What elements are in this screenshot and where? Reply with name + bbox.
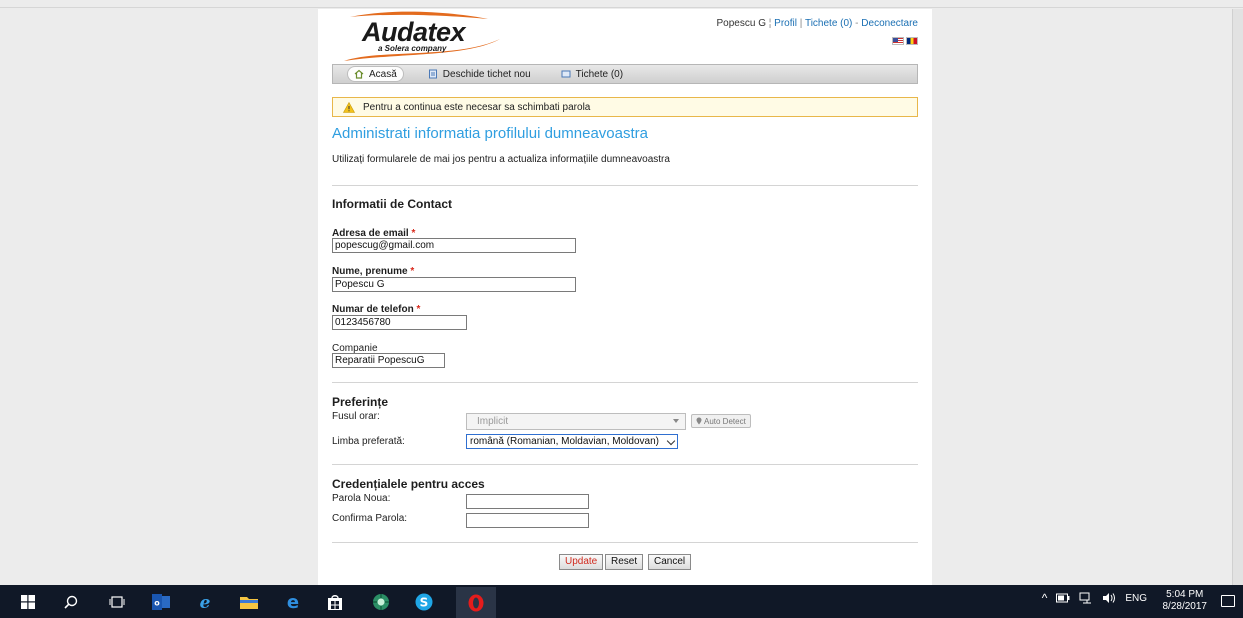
user-name: Popescu G (716, 18, 766, 29)
clock[interactable]: 5:04 PM 8/28/2017 (1163, 589, 1208, 613)
main-nav: Acasă Deschide tichet nou Tichete (0) (332, 64, 918, 84)
home-icon (354, 69, 364, 79)
volume-icon[interactable] (1102, 592, 1116, 604)
password-warning: Pentru a continua este necesar sa schimb… (332, 97, 918, 117)
location-pin-icon (696, 417, 702, 425)
system-tray: ^ ENG (1042, 591, 1147, 605)
update-button[interactable]: Update (559, 554, 604, 570)
company-field[interactable]: Reparatii PopescuG (332, 353, 445, 368)
tickets-link[interactable]: Tichete (0) (805, 18, 852, 29)
language-value: română (Romanian, Moldavian, Moldovan) (470, 436, 659, 447)
chevron-down-icon (673, 419, 679, 423)
chevron-up-icon[interactable]: ^ (1042, 591, 1048, 605)
app-green-icon[interactable] (372, 593, 390, 611)
outlook-icon[interactable]: o (152, 593, 170, 611)
phone-field[interactable]: 0123456780 (332, 315, 467, 330)
notification-center-icon[interactable] (1221, 595, 1235, 607)
timezone-select[interactable]: Implicit (466, 413, 686, 430)
new-password-label: Parola Noua: (332, 493, 391, 504)
separator: - (855, 18, 859, 29)
new-password-field[interactable] (466, 494, 589, 509)
page-container: Audatex a Solera company Popescu G ¦ Pro… (318, 9, 932, 585)
contact-section-title: Informatii de Contact (332, 197, 453, 211)
auto-detect-button[interactable]: Auto Detect (691, 414, 751, 428)
romanian-flag-icon[interactable] (906, 37, 918, 45)
divider (332, 464, 918, 465)
audatex-logo[interactable]: Audatex a Solera company (338, 9, 508, 65)
right-background (932, 9, 1243, 585)
cancel-button[interactable]: Cancel (648, 554, 692, 570)
warning-icon (343, 101, 355, 113)
logo-subtitle: a Solera company (378, 44, 447, 53)
reset-button[interactable]: Reset (605, 554, 644, 570)
profile-link[interactable]: Profil (774, 18, 797, 29)
timezone-label: Fusul orar: (332, 411, 380, 422)
email-field[interactable]: popescug@gmail.com (332, 238, 576, 253)
credentials-section-title: Credențialele pentru acces (332, 477, 485, 491)
nav-new-ticket-label: Deschide tichet nou (442, 68, 531, 80)
logout-link[interactable]: Deconectare (861, 18, 918, 29)
nav-home-label: Acasă (369, 68, 397, 80)
task-view-icon[interactable] (108, 593, 126, 611)
language-select[interactable]: română (Romanian, Moldavian, Moldovan) (466, 434, 678, 449)
input-language[interactable]: ENG (1125, 593, 1147, 604)
tickets-icon (561, 69, 571, 79)
timezone-value: Implicit (477, 416, 509, 427)
nav-tickets[interactable]: Tichete (0) (555, 66, 629, 82)
separator: ¦ (768, 18, 772, 29)
divider (332, 185, 918, 186)
browser-top-bar (0, 0, 1243, 8)
preferences-section-title: Preferințe (332, 395, 389, 409)
file-explorer-icon[interactable] (240, 593, 258, 611)
windows-taskbar: o e e S ^ ENG 5:04 PM 8/28/2017 (0, 585, 1243, 618)
nav-home[interactable]: Acasă (347, 66, 404, 82)
svg-text:S: S (420, 596, 429, 610)
svg-text:o: o (154, 599, 160, 608)
phone-label: Numar de telefon * (332, 304, 421, 315)
page-description: Utilizați formularele de mai jos pentru … (332, 154, 670, 165)
left-background (0, 9, 318, 585)
nav-new-ticket[interactable]: Deschide tichet nou (422, 66, 537, 82)
skype-icon[interactable]: S (415, 593, 433, 611)
new-ticket-icon (428, 69, 438, 79)
name-field[interactable]: Popescu G (332, 277, 576, 292)
svg-text:e: e (287, 593, 299, 611)
store-icon[interactable] (326, 593, 344, 611)
chevron-down-icon (666, 436, 676, 446)
name-label: Nume, prenume * (332, 266, 415, 277)
confirm-password-label: Confirma Parola: (332, 513, 408, 524)
confirm-password-field[interactable] (466, 513, 589, 528)
separator: | (799, 18, 803, 29)
language-label: Limba preferată: (332, 436, 405, 447)
user-bar: Popescu G ¦ Profil | Tichete (0) - Decon… (717, 18, 918, 29)
internet-explorer-icon[interactable]: e (196, 593, 214, 611)
divider (332, 542, 918, 543)
scrollbar[interactable] (1232, 9, 1243, 585)
warning-text: Pentru a continua este necesar sa schimb… (363, 101, 591, 113)
opera-icon[interactable] (456, 587, 496, 618)
divider (332, 382, 918, 383)
nav-tickets-label: Tichete (0) (575, 68, 624, 80)
page-title: Administrati informatia profilului dumne… (332, 125, 648, 142)
edge-icon[interactable]: e (284, 593, 302, 611)
windows-start-icon[interactable] (19, 593, 37, 611)
language-flags (892, 37, 918, 45)
network-icon[interactable] (1079, 592, 1093, 604)
clock-date: 8/28/2017 (1162, 601, 1208, 612)
english-flag-icon[interactable] (892, 37, 904, 45)
clock-time: 5:04 PM (1166, 589, 1204, 600)
search-icon[interactable] (62, 593, 80, 611)
auto-detect-label: Auto Detect (704, 416, 746, 426)
battery-icon[interactable] (1056, 593, 1070, 603)
svg-text:e: e (200, 593, 211, 611)
